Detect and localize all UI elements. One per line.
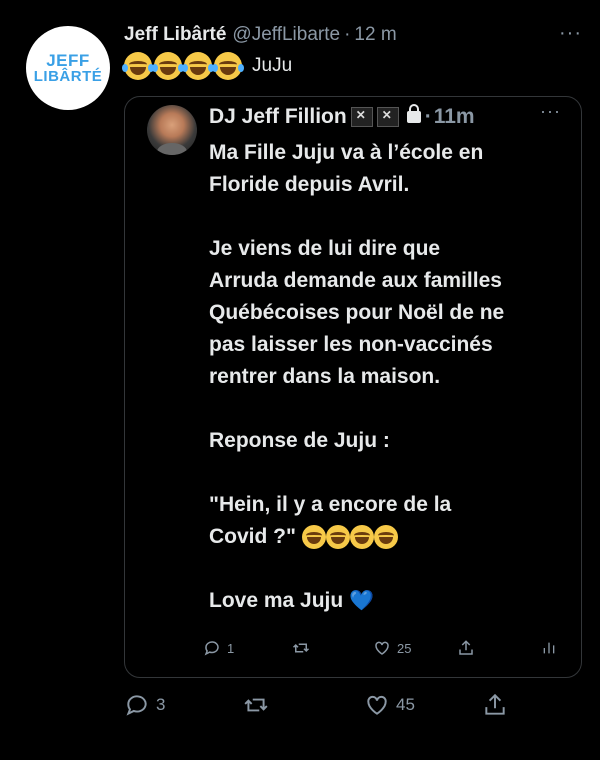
timestamp[interactable]: 12 m xyxy=(354,24,396,46)
pirate-flag-icon xyxy=(350,107,373,127)
blue-heart-emoji: 💙 xyxy=(349,590,374,612)
quoted-retweet-button[interactable] xyxy=(291,639,311,657)
share-button[interactable] xyxy=(482,692,508,718)
retweet-button[interactable] xyxy=(242,692,270,718)
like-icon xyxy=(367,695,387,715)
quoted-share-button[interactable] xyxy=(457,639,475,657)
separator: · xyxy=(344,24,351,45)
tweet-text-content: JuJu xyxy=(252,55,293,76)
reply-icon xyxy=(126,695,147,716)
tweet-text: JuJu xyxy=(122,52,293,80)
quoted-more-options-icon[interactable]: ··· xyxy=(540,101,561,122)
like-icon xyxy=(375,641,389,655)
quoted-reply-button[interactable]: 1 xyxy=(203,639,234,657)
quoted-tweet[interactable]: DJ Jeff Fillion · 11m ··· Ma Fille Juju … xyxy=(124,96,582,678)
tears-of-joy-emoji xyxy=(152,52,184,80)
tweet: JEFF LIBÂRTÉ Jeff Libârté @JeffLibarte ·… xyxy=(0,0,600,760)
quoted-author-name[interactable]: DJ Jeff Fillion xyxy=(209,105,347,129)
tears-of-joy-emoji xyxy=(301,525,326,550)
avatar-line2: LIBÂRTÉ xyxy=(33,68,103,85)
quoted-paragraph: Ma Fille Juju va à l’école en Floride de… xyxy=(209,141,484,196)
quoted-separator: · xyxy=(424,105,432,128)
quoted-like-button[interactable]: 25 xyxy=(373,639,411,657)
author-name[interactable]: Jeff Libârté xyxy=(124,24,226,46)
profile-avatar[interactable]: JEFF LIBÂRTÉ xyxy=(26,26,110,110)
author-handle[interactable]: @JeffLibarte xyxy=(232,24,340,46)
quoted-author-avatar[interactable] xyxy=(147,105,197,155)
avatar-line1: JEFF xyxy=(46,51,90,70)
like-button[interactable]: 45 xyxy=(364,692,415,718)
pirate-flag-icon xyxy=(376,107,399,127)
tweet-action-bar: 3 45 xyxy=(124,692,524,722)
reply-icon xyxy=(204,641,219,656)
analytics-icon xyxy=(543,642,555,654)
tears-of-joy-emoji xyxy=(373,525,398,550)
quoted-like-count: 25 xyxy=(397,640,412,656)
tears-of-joy-emoji xyxy=(122,52,154,80)
lock-icon xyxy=(406,104,421,123)
tweet-header: Jeff Libârté @JeffLibarte · 12 m xyxy=(124,22,584,48)
retweet-icon xyxy=(292,643,310,653)
quoted-paragraph: "Hein, il y a encore de la Covid ?" xyxy=(209,489,579,553)
closing-text: Love ma Juju xyxy=(209,589,344,612)
quoted-tweet-header: DJ Jeff Fillion · 11m xyxy=(209,104,475,129)
quoted-paragraph: Reponse de Juju : xyxy=(209,429,390,452)
tears-of-joy-emoji xyxy=(325,525,350,550)
quoted-action-bar: 1 25 xyxy=(203,639,563,663)
share-icon xyxy=(485,693,505,715)
reply-button[interactable]: 3 xyxy=(124,692,165,718)
quoted-timestamp[interactable]: 11m xyxy=(434,105,475,129)
reply-count: 3 xyxy=(156,695,166,714)
quoted-reply-count: 1 xyxy=(227,640,235,656)
retweet-icon xyxy=(244,698,268,712)
quoted-paragraph: Je viens de lui dire que Arruda demande … xyxy=(209,237,505,388)
quoted-tweet-body: Ma Fille Juju va à l’école en Floride de… xyxy=(209,137,579,617)
share-icon xyxy=(459,640,473,655)
quoted-closing: Love ma Juju 💙 xyxy=(209,585,579,617)
quoted-analytics-button[interactable] xyxy=(541,639,557,657)
more-options-icon[interactable]: ··· xyxy=(559,22,582,45)
tears-of-joy-emoji xyxy=(212,52,244,80)
like-count: 45 xyxy=(396,695,415,714)
tears-of-joy-emoji xyxy=(349,525,374,550)
tears-of-joy-emoji xyxy=(182,52,214,80)
